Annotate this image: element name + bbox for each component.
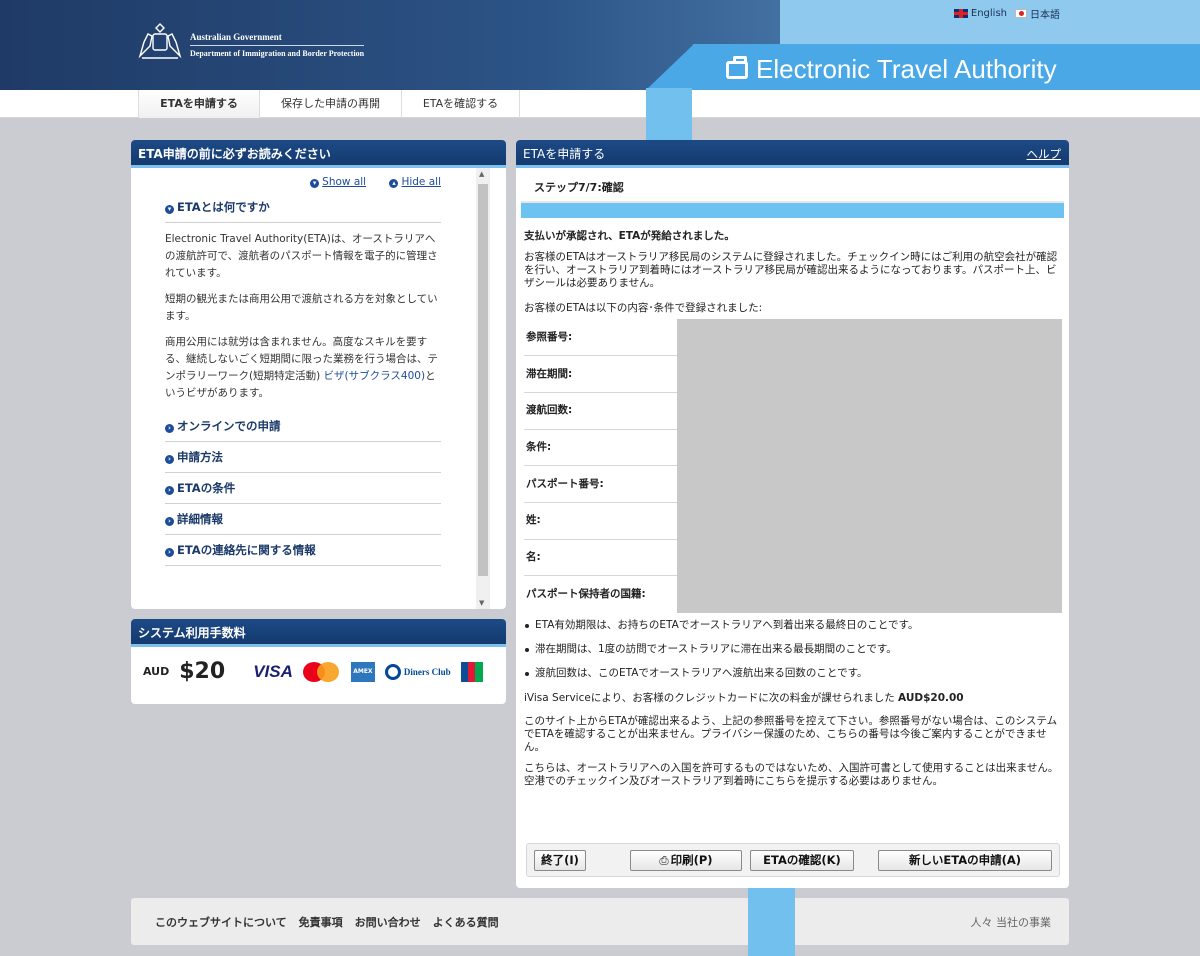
language-switcher: English 日本語 [953, 6, 1060, 21]
lang-japanese-label: 日本語 [1030, 10, 1060, 21]
print-button[interactable]: ⎙ 印刷(P) [630, 849, 742, 871]
step-indicator: ステップ7/7:確認 [534, 181, 624, 194]
eta-band-wedge [646, 44, 694, 90]
list-item: ETA有効期限は、お持ちのETAでオーストラリアへ到着出来る最終日のことです。 [524, 619, 1061, 632]
visa-logo: VISA [253, 661, 293, 681]
show-hide-controls: ▾ Show all ▴ Hide all [165, 174, 441, 191]
eta-description-para1: Electronic Travel Authority(ETA)は、オーストラリ… [165, 233, 438, 279]
eta-description-para2: 短期の観光または商用公用で渡航される方を対象としています。 [165, 293, 438, 322]
progress-bar [521, 201, 1064, 218]
check-eta-button[interactable]: ETAの確認(K) [750, 849, 854, 871]
footer-link-contact[interactable]: お問い合わせ [355, 914, 421, 930]
section-eta-conditions[interactable]: › ETAの条件 [165, 473, 441, 504]
government-branding: Australian Government Department of Immi… [190, 31, 365, 60]
info-panel-title: ETA申請の前に必ずお読みください [131, 140, 506, 168]
main-nav: ETAを申請する 保存した申請の再開 ETAを確認する [0, 90, 1200, 118]
section-how-to-apply[interactable]: › 申請方法 [165, 442, 441, 473]
collapsed-icon: › [165, 517, 174, 526]
conditions-label: 条件: [524, 429, 677, 467]
lang-english-link[interactable]: English [953, 6, 1007, 21]
nationality-label: パスポート保持者の国籍: [526, 587, 646, 600]
coat-of-arms-logo [138, 23, 182, 59]
table-row: 参照番号: [524, 319, 1062, 613]
confirmation-text: お客様のETAはオーストラリア移民局のシステムに登録されました。チェックイン時に… [524, 251, 1058, 289]
site-footer: このウェブサイトについて 免責事項 お問い合わせ よくある質問 人々 当社の事業 [131, 898, 1069, 945]
fee-panel: システム利用手数料 AUD $20 VISA AMEX Diners Club [131, 619, 506, 704]
eta-notes-list: ETA有効期限は、お持ちのETAでオーストラリアへ到着出来る最終日のことです。 … [524, 619, 1061, 680]
footer-link-disclaimer[interactable]: 免責事項 [299, 914, 343, 930]
help-link[interactable]: ヘルプ [1027, 140, 1062, 165]
uk-flag-icon [953, 9, 968, 18]
scroll-down-icon[interactable]: ▼ [479, 599, 484, 607]
visa-subclass-400-link[interactable]: ビザ(サブクラス400) [324, 370, 426, 382]
eta-title: Electronic Travel Authority [726, 54, 1057, 85]
japan-flag-icon [1015, 9, 1027, 18]
new-eta-application-button[interactable]: 新しいETAの申請(A) [878, 849, 1052, 871]
tab-check-eta[interactable]: ETAを確認する [402, 90, 520, 118]
collapsed-icon: › [165, 548, 174, 557]
apply-eta-panel: ETAを申請する ヘルプ ステップ7/7:確認 支払いが承認され、ETAが発給さ… [516, 140, 1069, 888]
tab-resume-application[interactable]: 保存した申請の再開 [260, 90, 402, 118]
confirmation-heading: 支払いが承認され、ETAが発給されました。 [524, 230, 735, 242]
tab-apply-eta[interactable]: ETAを申請する [138, 90, 260, 118]
finish-button[interactable]: 終了(I) [534, 849, 586, 871]
expanded-icon: ▾ [165, 205, 174, 214]
mastercard-logo [302, 661, 341, 682]
charge-amount: AUD$20.00 [898, 692, 964, 704]
reference-number-label: 参照番号: [524, 319, 677, 357]
section-online-application[interactable]: › オンラインでの申請 [165, 411, 441, 442]
reference-note: このサイト上からETAが確認出来るよう、上記の参照番号を控えて下さい。参照番号が… [524, 715, 1058, 753]
info-panel: ETA申請の前に必ずお読みください ▾ Show all ▴ Hide all ▾ E… [131, 140, 506, 609]
section-details[interactable]: › 詳細情報 [165, 504, 441, 535]
eta-title-text: Electronic Travel Authority [756, 54, 1057, 84]
scrollbar-thumb[interactable] [478, 184, 488, 576]
section-contact-info[interactable]: › ETAの連絡先に関する情報 [165, 535, 441, 566]
registered-text: お客様のETAは以下の内容･条件で登録されました: [524, 302, 763, 314]
collapsed-icon: › [165, 486, 174, 495]
jcb-logo [460, 661, 483, 682]
fee-currency: AUD [143, 665, 170, 678]
info-panel-body: ▾ Show all ▴ Hide all ▾ ETAとは何ですか Electroni… [131, 168, 506, 609]
stay-period-label: 滞在期間: [524, 355, 677, 393]
collapsed-icon: › [165, 424, 174, 433]
action-buttons-bar: 終了(I) ⎙ 印刷(P) ETAの確認(K) 新しいETAの申請(A) [526, 843, 1060, 877]
passport-number-label: パスポート番号: [524, 465, 677, 503]
collapsed-icon: › [165, 455, 174, 464]
list-item: 滞在期間は、1度の訪問でオーストラリアに滞在出来る最長期間のことです。 [524, 643, 1061, 656]
entry-count-label: 渡航回数: [524, 392, 677, 430]
footer-people-business-link[interactable]: 人々 当社の事業 [971, 914, 1052, 930]
eta-band-stem [646, 88, 692, 140]
gov-line2: Department of Immigration and Border Pro… [190, 45, 365, 60]
footer-link-faq[interactable]: よくある質問 [433, 914, 499, 930]
section-what-is-eta[interactable]: ▾ ETAとは何ですか [165, 197, 441, 223]
footer-link-about[interactable]: このウェブサイトについて [155, 914, 287, 930]
list-item: 渡航回数は、このETAでオーストラリアへ渡航出来る回数のことです。 [524, 667, 1061, 680]
collapse-icon: ▴ [389, 179, 399, 188]
entry-note: こちらは、オーストラリアへの入国を許可するものではないため、入国許可書として使用… [524, 762, 1059, 787]
hide-all-link[interactable]: ▴ Hide all [389, 176, 441, 188]
surname-label: 姓: [524, 502, 677, 540]
charge-statement: iVisa Serviceにより、お客様のクレジットカードに次の料金が課せられま… [524, 692, 964, 704]
footer-accent-stem [748, 888, 795, 956]
diners-club-logo: Diners Club [384, 662, 451, 682]
lang-english-label: English [970, 8, 1007, 19]
fee-panel-title: システム利用手数料 [131, 619, 506, 647]
apply-panel-title: ETAを申請する [523, 147, 606, 161]
scroll-up-icon[interactable]: ▲ [479, 170, 484, 178]
footer-links: このウェブサイトについて 免責事項 お問い合わせ よくある質問 [155, 914, 499, 930]
gov-line1: Australian Government [190, 32, 282, 42]
details-values-redacted [677, 319, 1062, 613]
lang-japanese-link[interactable]: 日本語 [1015, 6, 1060, 21]
briefcase-icon [726, 55, 748, 79]
eta-description-para3: 商用公用には就労は含まれません。高度なスキルを要する、継続しないごく短期間に限っ… [165, 336, 438, 399]
info-panel-scrollbar[interactable]: ▲ ▼ [476, 168, 490, 609]
given-name-label: 名: [524, 539, 677, 577]
apply-panel-header: ETAを申請する ヘルプ [516, 140, 1069, 168]
show-all-link[interactable]: ▾ Show all [310, 176, 366, 188]
eta-details-table: 参照番号: 滞在期間: 渡航回数: 条件: パスポート番号: 姓: 名: パスポ… [524, 319, 1062, 613]
printer-icon: ⎙ [659, 852, 669, 867]
amex-logo: AMEX [350, 661, 375, 682]
expand-icon: ▾ [310, 179, 320, 188]
fee-amount: $20 [179, 659, 226, 684]
